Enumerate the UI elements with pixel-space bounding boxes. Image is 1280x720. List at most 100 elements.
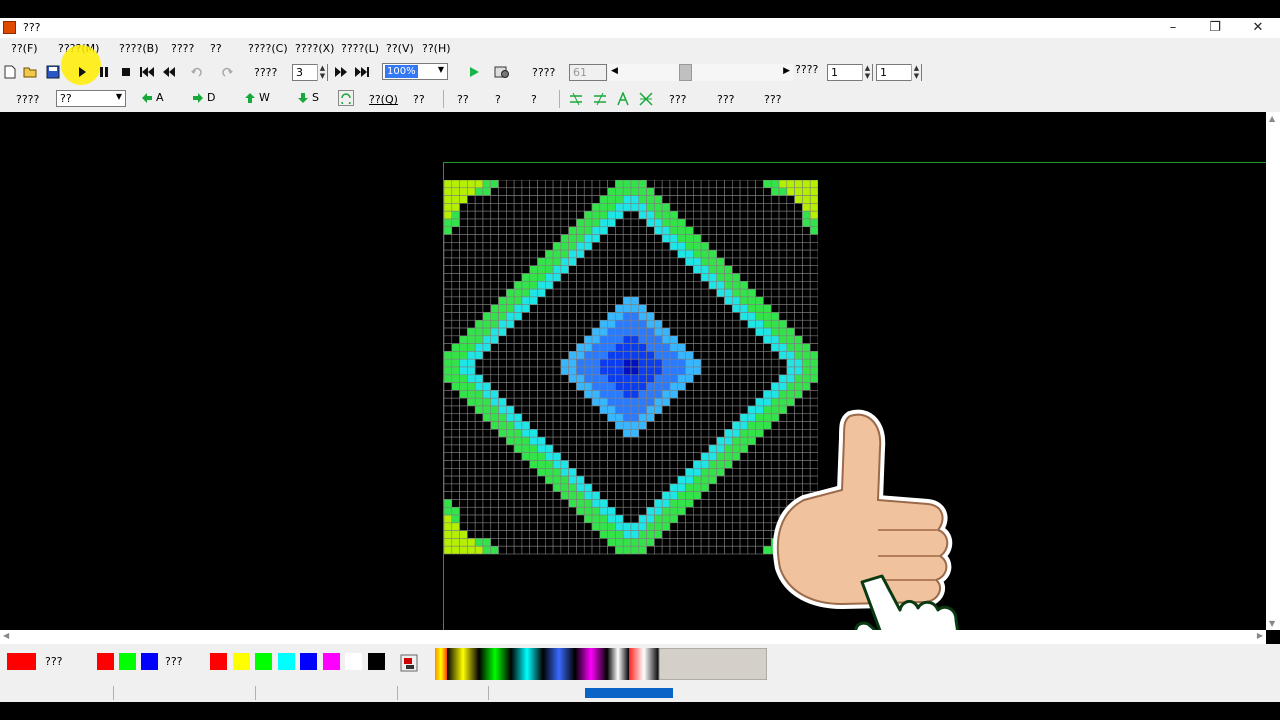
pause-icon[interactable] [96, 64, 112, 80]
menu-help[interactable]: ??(H) [422, 42, 451, 55]
basic-color-swatch[interactable] [141, 653, 158, 670]
mirror-vertical-icon[interactable] [592, 91, 608, 107]
scroll-left-icon[interactable]: ◀ [3, 631, 9, 640]
speed-spin-arrows[interactable]: ▲ ▼ [317, 64, 327, 81]
basic-color-swatch[interactable] [97, 653, 114, 670]
settings-preview-icon[interactable] [494, 64, 510, 80]
palette-color-swatch[interactable] [345, 653, 362, 670]
palette-color-swatch[interactable] [255, 653, 272, 670]
move-down-button[interactable]: S [297, 91, 319, 104]
window-title: ??? [23, 21, 41, 34]
page-spin-arrows[interactable]: ▲ ▼ [862, 64, 872, 81]
chevron-down-icon: ▼ [115, 92, 122, 101]
vertical-scrollbar[interactable]: ▲ ▼ [1266, 112, 1280, 630]
color-picker-icon[interactable] [400, 654, 418, 672]
redo-icon[interactable] [219, 64, 235, 80]
pixel-grid[interactable] [444, 180, 818, 555]
status-separator [255, 686, 256, 700]
mode-select[interactable]: ?? ▼ [56, 90, 126, 107]
fast-forward-icon[interactable] [333, 64, 349, 80]
menu-tools[interactable]: ???? [171, 42, 194, 55]
move-right-button[interactable]: D [192, 91, 215, 104]
move-left-button[interactable]: A [141, 91, 164, 104]
status-separator [397, 686, 398, 700]
slider-thumb[interactable] [679, 64, 692, 81]
current-color-swatch[interactable] [7, 653, 36, 670]
slider-left-arrow-icon[interactable]: ◀ [611, 66, 618, 76]
stop-icon[interactable] [118, 64, 134, 80]
page-spinner[interactable]: 1 ▲ ▼ [827, 64, 873, 81]
restore-button[interactable]: ❐ [1194, 18, 1236, 38]
page-value: 1 [831, 66, 838, 79]
horizontal-scrollbar[interactable]: ◀ ▶ [0, 630, 1266, 644]
new-file-icon[interactable] [2, 64, 18, 80]
menu-view[interactable]: ??(V) [386, 42, 414, 55]
palette-label-2: ??? [165, 655, 183, 668]
flip-icon[interactable] [615, 91, 631, 107]
rotate-icon[interactable] [338, 90, 354, 106]
palette-color-swatch[interactable] [367, 653, 385, 670]
zoom-select[interactable]: 100% ▼ [382, 63, 448, 80]
minimize-button[interactable]: – [1152, 18, 1194, 38]
toolbar2-button-6[interactable]: ??? [717, 93, 735, 106]
first-frame-icon[interactable] [139, 64, 155, 80]
menu-edit[interactable]: ????(B) [119, 42, 158, 55]
clear-button[interactable]: ??(Q) [369, 93, 398, 106]
undo-icon[interactable] [189, 64, 205, 80]
scroll-right-icon[interactable]: ▶ [1257, 631, 1263, 640]
last-frame-icon[interactable] [354, 64, 370, 80]
page-total-spin-arrows[interactable]: ▲ ▼ [911, 64, 921, 81]
menu-file[interactable]: ??(F) [11, 42, 38, 55]
scroll-up-icon[interactable]: ▲ [1269, 114, 1275, 123]
move-up-button[interactable]: W [244, 91, 270, 104]
slider-right-arrow-icon[interactable]: ▶ [783, 66, 790, 76]
toolbar-main: ???? 3 ▲ ▼ 100% ▼ ???? 61 ◀ ▶ ???? 1 ▲ ▼ 1… [0, 45, 1280, 86]
status-bar [0, 684, 1280, 702]
palette-color-swatch[interactable] [210, 653, 227, 670]
page-total-spinner[interactable]: 1 ▲ ▼ [876, 64, 922, 81]
toolbar2-button-5[interactable]: ??? [669, 93, 687, 106]
palette-color-swatch[interactable] [232, 653, 250, 670]
play-step-icon[interactable] [74, 64, 90, 80]
move-down-key: S [312, 91, 319, 104]
menu-item-8[interactable]: ????(L) [341, 42, 379, 55]
speed-spinner[interactable]: 3 ▲ ▼ [292, 64, 328, 81]
menu-item-6[interactable]: ????(C) [248, 42, 288, 55]
play-icon[interactable] [466, 64, 482, 80]
palette-color-swatch[interactable] [322, 653, 340, 670]
close-button[interactable]: ✕ [1237, 18, 1279, 38]
palette-color-swatch[interactable] [277, 653, 295, 670]
open-folder-icon[interactable] [23, 64, 39, 80]
scroll-down-icon[interactable]: ▼ [1269, 619, 1275, 628]
toolbar2-button-1[interactable]: ?? [413, 93, 425, 106]
save-icon[interactable] [45, 64, 61, 80]
separator [443, 90, 444, 108]
rewind-icon[interactable] [161, 64, 177, 80]
canvas-area[interactable] [0, 112, 1266, 696]
title-bar: ??? – ❐ ✕ [0, 18, 1280, 38]
arrow-left-icon [142, 92, 152, 103]
bottom-strip [0, 702, 1280, 720]
toolbar2-button-2[interactable]: ?? [457, 93, 469, 106]
diagonal-flip-icon[interactable] [638, 91, 654, 107]
toolbar2-button-7[interactable]: ??? [764, 93, 782, 106]
gradient-strip[interactable] [435, 648, 767, 680]
menu-item-7[interactable]: ????(X) [295, 42, 334, 55]
status-separator [488, 686, 489, 700]
mirror-horizontal-icon[interactable] [568, 91, 584, 107]
basic-color-swatch[interactable] [119, 653, 136, 670]
frame-value: 61 [573, 66, 587, 79]
arrow-right-icon [193, 92, 203, 103]
toolbar2-button-4[interactable]: ? [531, 93, 537, 106]
toolbar2-button-3[interactable]: ? [495, 93, 501, 106]
palette-color-swatch[interactable] [300, 653, 317, 670]
menu-item-5[interactable]: ?? [210, 42, 222, 55]
zoom-value: 100% [385, 65, 418, 78]
frame-label: ???? [532, 66, 556, 79]
arrow-up-icon [245, 92, 255, 103]
chevron-down-icon: ▼ [437, 65, 444, 74]
palette-label-1: ??? [45, 655, 63, 668]
frame-slider[interactable]: ◀ ▶ [608, 64, 793, 81]
page-total-value: 1 [880, 66, 887, 79]
separator [559, 90, 560, 108]
